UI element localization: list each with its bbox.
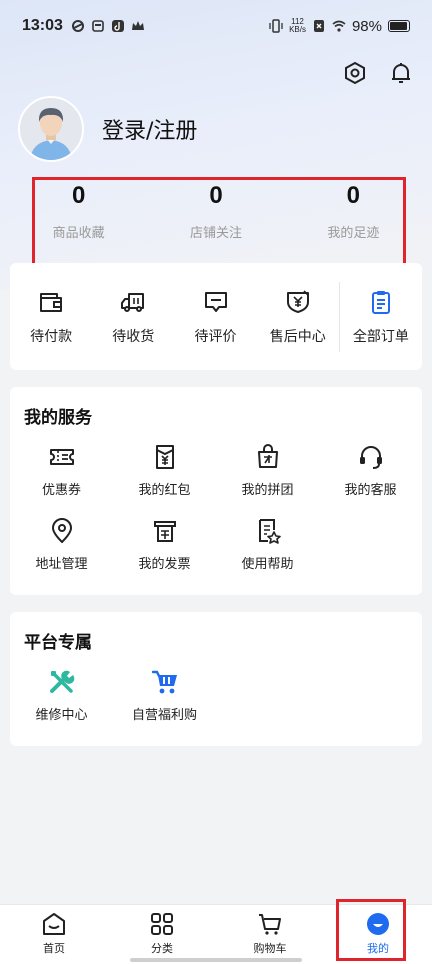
- network-speed: 112 KB/s: [289, 18, 306, 34]
- after-sales-icon: [286, 289, 309, 313]
- service-customer-support[interactable]: 我的客服: [319, 443, 422, 517]
- sim-x-icon: [313, 20, 324, 32]
- tab-label: 首页: [43, 942, 65, 955]
- network-speed-unit: KB/s: [289, 25, 306, 34]
- invoice-icon: [153, 521, 176, 542]
- order-label: 待收货: [112, 328, 155, 345]
- tab-home[interactable]: 首页: [0, 905, 108, 964]
- tab-label: 分类: [151, 942, 173, 955]
- battery-icon: [388, 20, 410, 32]
- service-label: 地址管理: [35, 557, 88, 572]
- help-doc-icon: [258, 519, 281, 544]
- home-icon: [43, 913, 65, 935]
- order-pending-receipt[interactable]: 待收货: [92, 288, 174, 346]
- battery-percent: 98%: [351, 17, 382, 35]
- shopping-cart-icon: [151, 670, 177, 694]
- services-grid: 优惠券 我的红包 我的拼团 我的客服 地址管理 我的发票 使用帮助: [10, 443, 422, 591]
- service-label: 我的拼团: [241, 483, 294, 498]
- settings-icon[interactable]: [342, 60, 368, 86]
- vibrate-icon: [269, 19, 283, 33]
- service-label: 使用帮助: [241, 557, 294, 572]
- service-label: 我的发票: [138, 557, 191, 572]
- tiktok-icon: [111, 20, 124, 32]
- platform-card: 平台专属 维修中心 自营福利购: [10, 612, 422, 746]
- app-notification-icon: [71, 20, 84, 32]
- tab-cart[interactable]: 购物车: [216, 905, 324, 964]
- services-card: 我的服务 优惠券 我的红包 我的拼团 我的客服 地址管理 我的发票 使用帮助: [10, 387, 422, 595]
- status-bar: 13:03 112 KB/s 98%: [0, 0, 432, 52]
- platform-label: 维修中心: [35, 708, 88, 723]
- coupon-icon: [49, 449, 74, 465]
- service-coupon[interactable]: 优惠券: [10, 443, 113, 517]
- platform-repair-center[interactable]: 维修中心: [10, 668, 113, 742]
- home-indicator: [130, 958, 302, 962]
- order-label: 待付款: [30, 328, 73, 345]
- platform-title: 平台专属: [24, 633, 92, 653]
- services-title: 我的服务: [24, 408, 92, 428]
- cart-icon: [259, 914, 281, 935]
- service-group-buy[interactable]: 我的拼团: [216, 443, 319, 517]
- order-pending-review[interactable]: 待评价: [174, 288, 256, 346]
- notification-icons: [71, 19, 145, 33]
- category-icon: [151, 913, 173, 935]
- avatar[interactable]: [18, 96, 84, 162]
- repair-tools-icon: [49, 670, 74, 693]
- order-after-sales[interactable]: 售后中心: [257, 288, 339, 346]
- service-red-envelope[interactable]: 我的红包: [113, 443, 216, 517]
- comment-icon: [204, 291, 227, 312]
- box-notification-icon: [92, 20, 104, 32]
- red-envelope-icon: [155, 445, 174, 469]
- top-actions: [342, 60, 414, 86]
- order-all[interactable]: 全部订单: [340, 288, 422, 346]
- service-invoice[interactable]: 我的发票: [113, 517, 216, 591]
- tab-category[interactable]: 分类: [108, 905, 216, 964]
- wallet-icon: [40, 292, 63, 312]
- group-buy-icon: [257, 444, 278, 468]
- headset-icon: [359, 446, 382, 469]
- wifi-icon: [332, 20, 346, 32]
- notification-bell-icon[interactable]: [388, 60, 414, 86]
- crown-icon: [131, 21, 144, 30]
- service-help[interactable]: 使用帮助: [216, 517, 319, 591]
- tab-highlight-box: [336, 899, 406, 961]
- service-label: 我的客服: [344, 483, 397, 498]
- service-address[interactable]: 地址管理: [10, 517, 113, 591]
- tab-label: 购物车: [253, 942, 287, 955]
- system-icons: 112 KB/s 98%: [269, 18, 410, 35]
- truck-icon: [121, 292, 145, 312]
- service-label: 我的红包: [138, 483, 191, 498]
- clipboard-icon: [371, 290, 390, 314]
- location-icon: [51, 518, 72, 543]
- order-label: 全部订单: [352, 328, 409, 345]
- orders-card: 待付款 待收货 待评价 售后中心 全部订单: [10, 263, 422, 370]
- order-label: 售后中心: [269, 328, 326, 345]
- login-register-link[interactable]: 登录/注册: [102, 113, 197, 145]
- platform-welfare-shop[interactable]: 自营福利购: [113, 668, 216, 742]
- service-label: 优惠券: [41, 483, 81, 498]
- stats-highlight-box: [32, 177, 406, 268]
- default-avatar-icon: [20, 98, 82, 160]
- platform-grid: 维修中心 自营福利购: [10, 668, 422, 742]
- order-pending-payment[interactable]: 待付款: [10, 288, 92, 346]
- status-time: 13:03: [22, 17, 63, 34]
- order-label: 待评价: [194, 328, 237, 345]
- profile-section: 登录/注册: [18, 96, 197, 162]
- platform-label: 自营福利购: [131, 708, 197, 723]
